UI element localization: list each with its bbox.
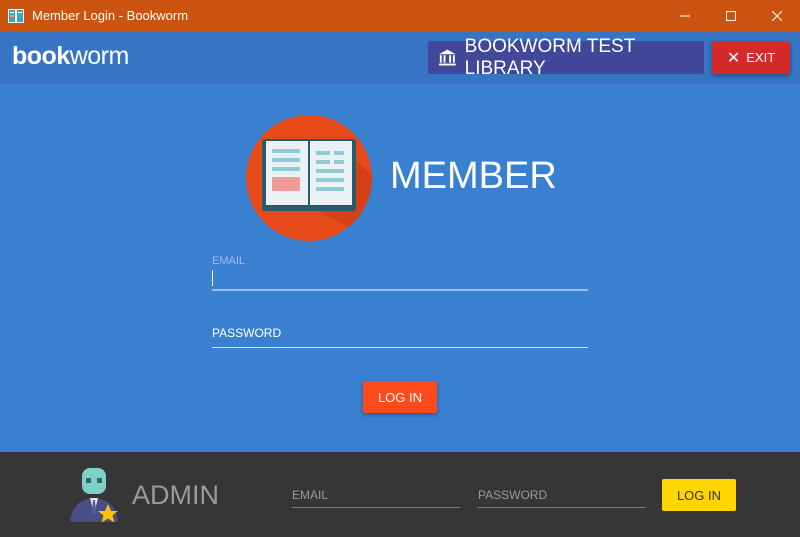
member-email-field[interactable]: EMAIL [212,255,588,291]
maximize-button[interactable] [708,0,754,32]
admin-password-field[interactable]: PASSWORD [478,488,646,508]
library-button[interactable]: BOOKWORM TEST LIBRARY [428,36,704,79]
member-password-field[interactable]: PASSWORD [212,326,588,348]
member-title: MEMBER [390,155,557,197]
minimize-button[interactable] [662,0,708,32]
member-login-button[interactable]: LOG IN [363,381,437,413]
close-window-button[interactable] [754,0,800,32]
open-book-icon [262,139,372,241]
exit-label: EXIT [746,50,776,65]
maximize-icon [726,11,736,21]
minimize-icon [680,15,690,17]
logo-bold-text: book [12,42,70,70]
admin-login-bar: ADMIN EMAIL PASSWORD LOG IN [0,452,800,537]
library-label: BOOKWORM TEST LIBRARY [464,35,635,79]
window-titlebar: Member Login - Bookworm [0,0,800,32]
admin-avatar-icon [70,468,118,523]
member-logo [246,115,372,241]
exit-button[interactable]: ✕ EXIT [712,41,790,74]
admin-title: ADMIN [132,480,219,510]
email-label: EMAIL [212,255,246,267]
close-icon [772,11,782,21]
app-header: bookworm BOOKWORM TEST LIBRARY ✕ EXIT [0,32,800,84]
admin-email-field[interactable]: EMAIL [292,488,460,508]
book-icon [8,9,24,23]
password-label: PASSWORD [212,326,282,340]
window-title: Member Login - Bookworm [32,8,189,23]
text-cursor [212,270,213,286]
close-icon: ✕ [726,49,741,67]
bookworm-logo: bookworm [12,42,129,71]
bank-icon [438,49,456,65]
admin-login-button[interactable]: LOG IN [662,479,736,511]
logo-light-text: worm [69,42,130,70]
